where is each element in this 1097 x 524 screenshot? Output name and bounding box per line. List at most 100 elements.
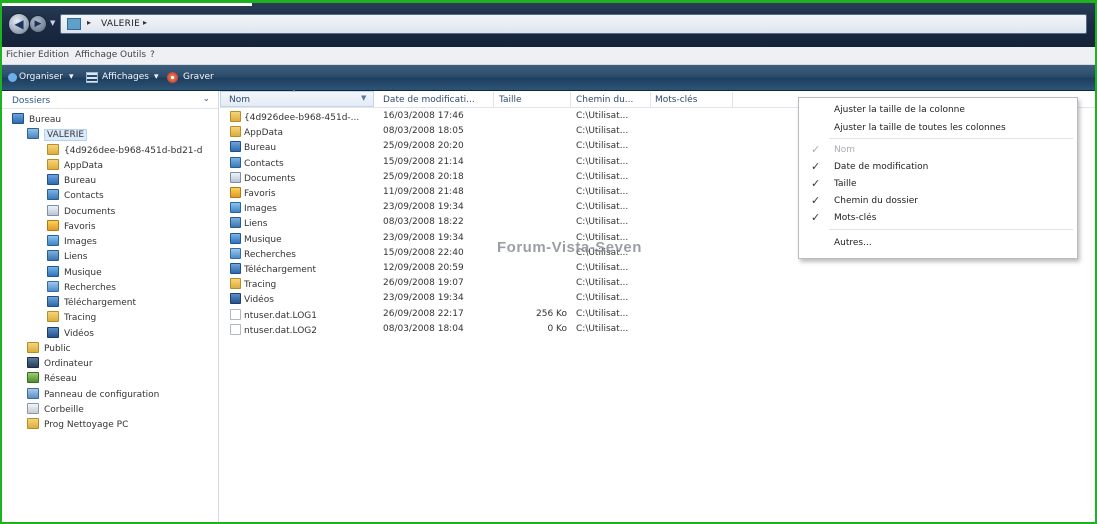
file-name: AppData [244,128,284,139]
tree-item[interactable]: Bureau [12,113,61,128]
menu-edition[interactable]: Edition [38,50,69,60]
tree-item[interactable]: Téléchargement [47,296,136,311]
tree-item[interactable]: Public [27,341,71,357]
file-row[interactable]: Téléchargement 12/09/2008 20:59 C:\Utilisa… [220,262,1095,277]
file-path: C:\Utilisat... [576,217,629,228]
folder-icon [230,111,241,122]
affichages-button[interactable]: Affichages [102,72,149,82]
folder-icon [67,18,81,30]
tree-item[interactable]: Bureau [47,174,96,189]
tree-item-label: Musique [64,267,102,278]
back-button[interactable]: ◀ [8,13,30,35]
context-menu-item[interactable]: Ajuster la taille de toutes les colonnes [799,120,1077,137]
column-chemin[interactable]: Chemin du... [576,95,633,105]
tree-item[interactable]: VALERIE [27,128,88,143]
tree-item[interactable]: Images [47,235,97,250]
tree-item[interactable]: Liens [47,250,87,265]
folders-header[interactable]: Dossiers ⌄ [2,91,218,109]
documents-icon [230,171,241,183]
graver-button[interactable]: Graver [183,72,214,82]
music-icon [47,265,59,277]
menu-affichage[interactable]: Affichage [75,50,117,60]
file-name-cell: ntuser.dat.LOG1 [230,308,380,321]
tree-item[interactable]: Documents [47,204,115,220]
context-menu-item[interactable]: Autres... [799,235,1077,252]
menu-help[interactable]: ? [150,50,155,60]
chevron-down-icon[interactable]: ⌄ [202,94,210,104]
forward-button[interactable]: ▶ [29,15,47,33]
context-menu-item[interactable]: ✓ Date de modification [799,159,1077,176]
recent-pages-dropdown[interactable]: ▼ [50,19,55,27]
context-menu-item[interactable]: ✓ Mots-clés [799,210,1077,227]
folder-icon [27,418,39,429]
tree-item-label: Vidéos [64,328,94,339]
file-name-cell: AppData [230,126,380,138]
tree-item[interactable]: Prog Nettoyage PC [27,418,128,433]
file-name: Liens [244,219,268,230]
file-row[interactable]: Vidéos 23/09/2008 19:34 C:\Utilisat... [220,292,1095,307]
tree-item[interactable]: Recherches [47,280,116,296]
file-size: 0 Ko [547,323,567,334]
tree-item[interactable]: AppData [47,158,103,174]
tree-item-label: Corbeille [44,404,84,415]
file-path: C:\Utilisat... [576,278,629,289]
organiser-dropdown[interactable]: ▾ [69,72,74,82]
folders-header-label: Dossiers [12,96,51,106]
column-nom[interactable]: Nom ▼ ⌃ [220,89,374,107]
column-divider[interactable] [493,92,494,107]
menu-fichier[interactable]: Fichier [6,50,35,60]
file-name-cell: Vidéos [230,293,380,305]
column-context-menu: Ajuster la taille de la colonne Ajuster l… [798,97,1078,259]
tree-item[interactable]: Corbeille [27,402,84,418]
column-divider[interactable] [570,92,571,107]
organiser-button[interactable]: Organiser [19,72,63,82]
column-divider[interactable] [732,92,733,107]
music-icon [230,232,241,244]
file-date: 23/09/2008 19:34 [383,202,464,213]
tree-item[interactable]: {4d926dee-b968-451d-bd21-d [47,143,203,159]
column-date[interactable]: Date de modificati... [383,95,475,105]
context-menu-item[interactable]: ✓ Chemin du dossier [799,193,1077,210]
file-date: 11/09/2008 21:48 [383,187,464,197]
context-menu-item[interactable]: Ajuster la taille de la colonne [799,102,1077,119]
file-icon [230,323,241,335]
affichages-dropdown[interactable]: ▾ [154,72,159,82]
context-menu-item: ✓ Nom [799,142,1077,159]
file-row[interactable]: Tracing 26/09/2008 19:07 C:\Utilisat... [220,277,1095,292]
column-taille[interactable]: Taille [499,95,522,105]
menu-outils[interactable]: Outils [120,50,146,60]
column-divider[interactable] [650,92,651,107]
breadcrumb-separator[interactable]: ▸ [143,18,147,27]
views-icon [86,72,98,83]
file-name: Documents [244,173,296,184]
downloads-icon [47,296,59,307]
checkmark-icon: ✓ [811,194,821,207]
breadcrumb-separator[interactable]: ▸ [87,18,91,27]
searches-icon [230,247,241,259]
file-name: ntuser.dat.LOG2 [244,325,317,336]
tree-item[interactable]: Réseau [27,372,77,387]
documents-icon [47,204,59,216]
tree-item[interactable]: Vidéos [47,326,94,342]
tree-item[interactable]: Panneau de configuration [27,387,159,403]
desktop-icon [12,113,24,124]
checkmark-icon: ✓ [811,160,821,173]
tree-item[interactable]: Tracing [47,311,96,326]
tree-item[interactable]: Contacts [47,189,104,204]
burn-disc-icon [167,72,178,83]
file-name-cell: Liens [230,217,380,229]
file-row[interactable]: ntuser.dat.LOG2 08/03/2008 18:04 0 Ko C:\Ut… [220,323,1095,338]
tree-item[interactable]: Musique [47,265,102,281]
file-size: 256 Ko [536,308,567,319]
videos-icon [230,293,241,305]
file-icon [230,308,241,320]
tree-item[interactable]: Ordinateur [27,357,93,372]
file-row[interactable]: ntuser.dat.LOG1 26/09/2008 22:17 256 Ko C:\… [220,308,1095,323]
breadcrumb-valerie[interactable]: VALERIE [101,19,140,29]
column-nom-dropdown-icon[interactable]: ▼ [361,94,366,102]
column-mots-cles[interactable]: Mots-clés [655,95,697,105]
folder-icon [230,126,241,138]
address-box[interactable]: ▸ VALERIE ▸ [60,14,1087,34]
tree-item[interactable]: Favoris [47,219,96,235]
context-menu-item[interactable]: ✓ Taille [799,176,1077,193]
